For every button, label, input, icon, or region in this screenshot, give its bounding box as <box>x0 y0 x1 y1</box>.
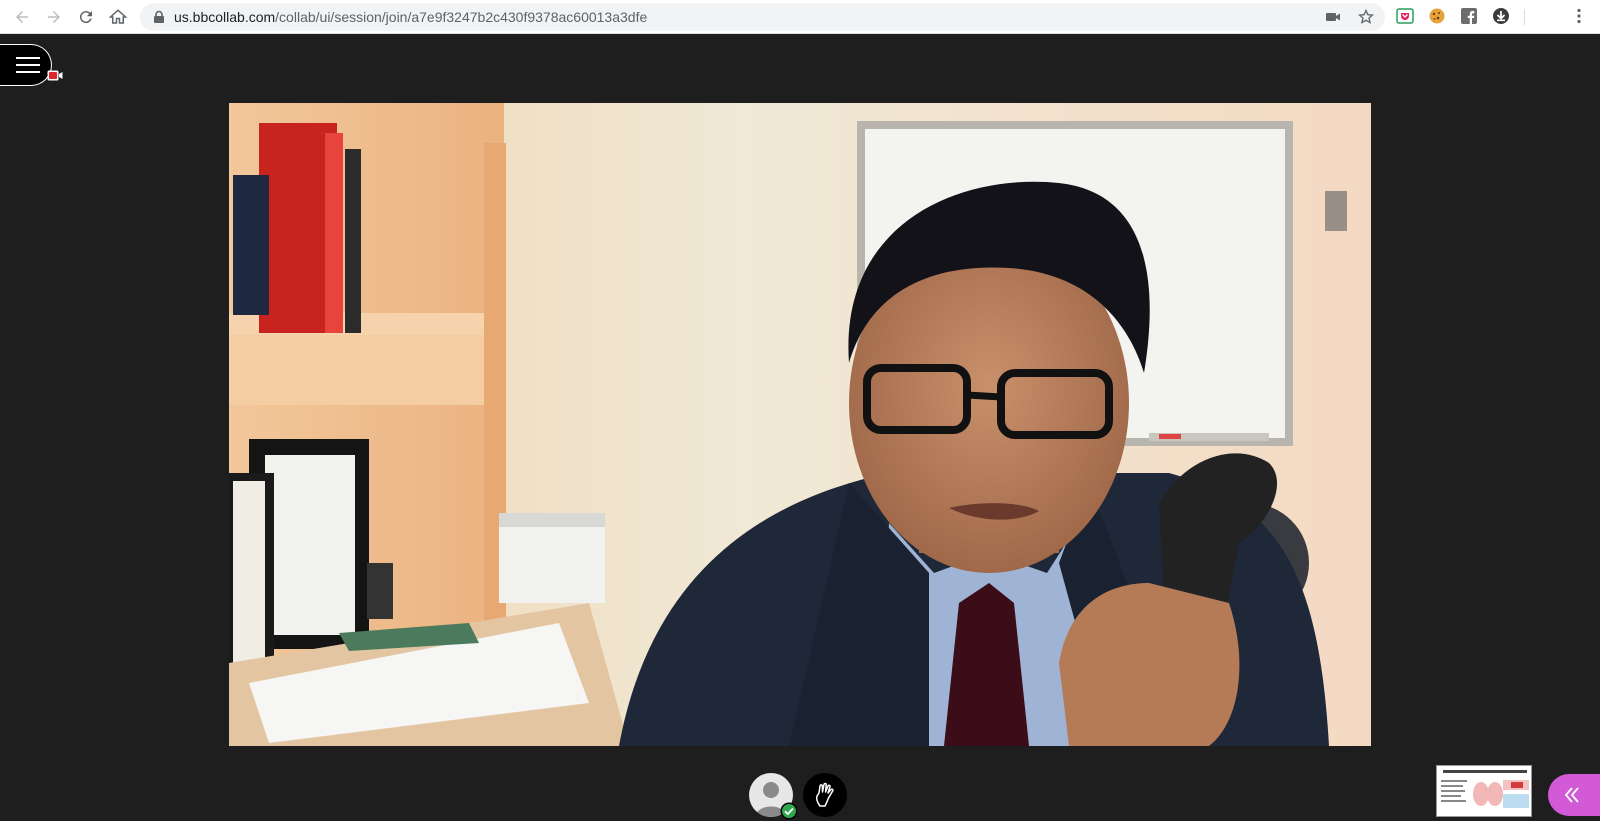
more-menu-icon <box>1577 8 1581 24</box>
session-stage <box>0 34 1600 821</box>
lock-icon <box>154 10 164 23</box>
double-chevron-left-icon <box>1564 787 1579 803</box>
raise-hand-button[interactable] <box>803 773 847 817</box>
back-button[interactable] <box>10 5 34 29</box>
back-arrow-icon <box>16 11 28 23</box>
presenter-video[interactable] <box>229 103 1371 746</box>
raise-hand-icon <box>815 782 834 807</box>
facebook-extension-button[interactable] <box>1460 7 1478 25</box>
camera-icon[interactable] <box>1325 9 1341 25</box>
cookie-extension-button[interactable] <box>1428 7 1446 25</box>
session-controls <box>749 773 849 821</box>
pocket-extension-button[interactable] <box>1396 7 1414 25</box>
url-host: us.bbcollab.com <box>174 9 276 25</box>
star-icon[interactable] <box>1358 9 1374 25</box>
download-button[interactable] <box>1492 7 1510 25</box>
forward-button[interactable] <box>42 5 66 29</box>
download-icon <box>1493 8 1509 24</box>
url-path: /collab/ui/session/join/a7e9f3247b2c430f… <box>275 9 648 25</box>
cookie-extension-icon <box>1429 8 1445 24</box>
shared-content-preview <box>1437 766 1531 816</box>
shared-content-thumbnail[interactable] <box>1436 765 1532 817</box>
hamburger-menu-icon <box>16 57 40 75</box>
reload-button[interactable] <box>74 5 98 29</box>
pocket-extension-icon <box>1396 8 1414 24</box>
recording-camera-icon <box>47 70 63 81</box>
home-icon <box>109 9 127 24</box>
browser-toolbar: us.bbcollab.com/collab/ui/session/join/a… <box>0 0 1600 34</box>
check-icon <box>780 802 798 820</box>
address-bar[interactable]: us.bbcollab.com/collab/ui/session/join/a… <box>140 3 1385 31</box>
facebook-extension-icon <box>1461 8 1477 24</box>
open-collaborate-panel-button[interactable] <box>1548 774 1600 816</box>
presenter-video-illustration <box>229 103 1371 746</box>
toolbar-divider <box>1524 9 1525 25</box>
session-menu-button[interactable] <box>0 44 52 86</box>
more-menu-button[interactable] <box>1570 7 1588 25</box>
home-button[interactable] <box>106 5 130 29</box>
forward-arrow-icon <box>48 11 60 23</box>
url-text: us.bbcollab.com/collab/ui/session/join/a… <box>174 3 647 31</box>
reload-icon <box>79 11 92 24</box>
